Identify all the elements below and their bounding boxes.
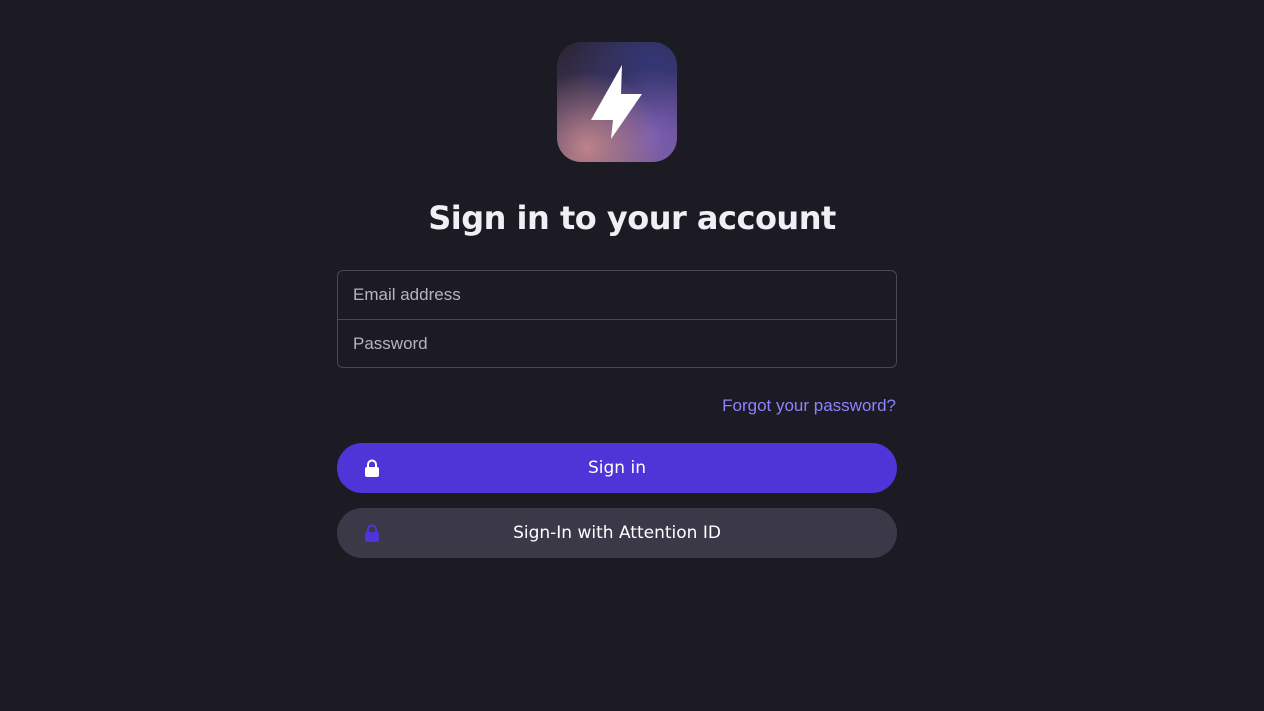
sign-in-page: Sign in to your account Forgot your pass…	[0, 0, 1264, 711]
lock-icon	[365, 524, 379, 542]
page-title: Sign in to your account	[428, 199, 836, 237]
attention-id-label: Sign-In with Attention ID	[513, 523, 721, 543]
forgot-password-link[interactable]: Forgot your password?	[722, 395, 896, 417]
password-field[interactable]	[338, 319, 896, 367]
app-logo	[557, 42, 677, 162]
sign-in-button[interactable]: Sign in	[337, 443, 897, 493]
lightning-bolt-icon	[591, 65, 642, 139]
lock-icon	[365, 459, 379, 477]
sign-in-label: Sign in	[588, 458, 646, 478]
email-field[interactable]	[338, 271, 896, 319]
attention-id-sign-in-button[interactable]: Sign-In with Attention ID	[337, 508, 897, 558]
credentials-form	[337, 270, 897, 368]
